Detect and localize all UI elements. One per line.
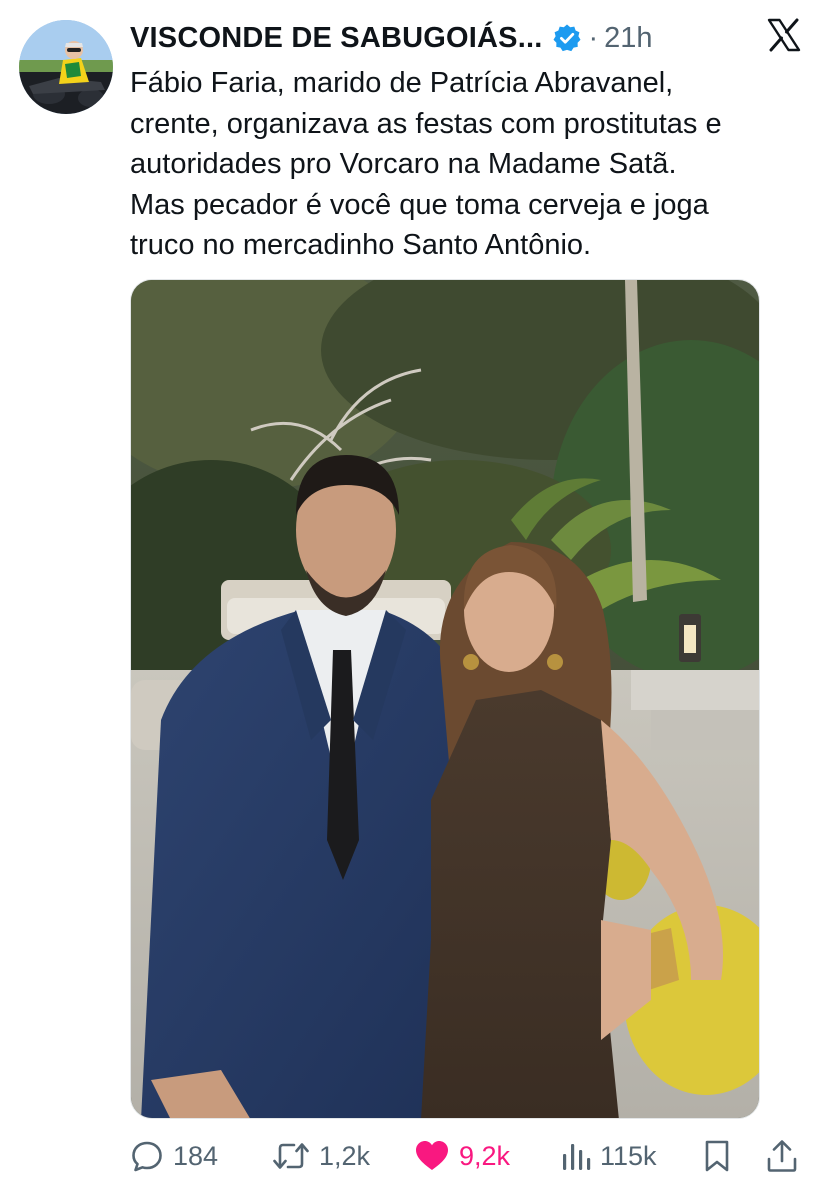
post-text: Fábio Faria, marido de Patrícia Abravane… xyxy=(130,63,810,266)
post-timestamp[interactable]: 21h xyxy=(604,22,652,55)
share-icon xyxy=(766,1139,798,1173)
repost-count: 1,2k xyxy=(319,1140,371,1171)
x-logo-icon xyxy=(767,18,801,52)
post-text-line: truco no mercadinho Santo Antônio. xyxy=(130,229,592,261)
reply-count: 184 xyxy=(173,1140,219,1171)
post-text-line: Fábio Faria, marido de Patrícia Abravane… xyxy=(130,67,674,99)
separator-dot: · xyxy=(588,21,599,54)
post-photo[interactable] xyxy=(130,279,760,1119)
heart-icon xyxy=(414,1139,450,1173)
views-button[interactable]: 115k xyxy=(561,1132,657,1180)
author-display-name[interactable]: VISCONDE DE SABUGOIÁS... xyxy=(130,22,542,55)
post-text-line: Mas pecador é você que toma cerveja e jo… xyxy=(130,188,709,221)
views-icon xyxy=(561,1140,591,1172)
reply-icon xyxy=(130,1139,164,1173)
post-action-bar: 184 1,2k 9,2k 115k xyxy=(130,1132,802,1180)
repost-button[interactable]: 1,2k xyxy=(272,1132,370,1180)
avatar[interactable] xyxy=(19,20,113,114)
post-text-line: autoridades pro Vorcaro na Madame Satã. xyxy=(130,148,677,180)
post-header: VISCONDE DE SABUGOIÁS... · 21h xyxy=(130,18,653,58)
bookmark-button[interactable] xyxy=(702,1132,732,1180)
views-count: 115k xyxy=(600,1140,657,1171)
reply-button[interactable]: 184 xyxy=(130,1132,218,1180)
post-text-line: crente, organizava as festas com prostit… xyxy=(130,107,722,140)
like-count: 9,2k xyxy=(459,1140,511,1171)
like-button[interactable]: 9,2k xyxy=(414,1132,510,1180)
repost-icon xyxy=(272,1139,310,1173)
bookmark-icon xyxy=(702,1139,732,1173)
share-button[interactable] xyxy=(766,1132,798,1180)
verified-badge-icon xyxy=(552,23,582,53)
